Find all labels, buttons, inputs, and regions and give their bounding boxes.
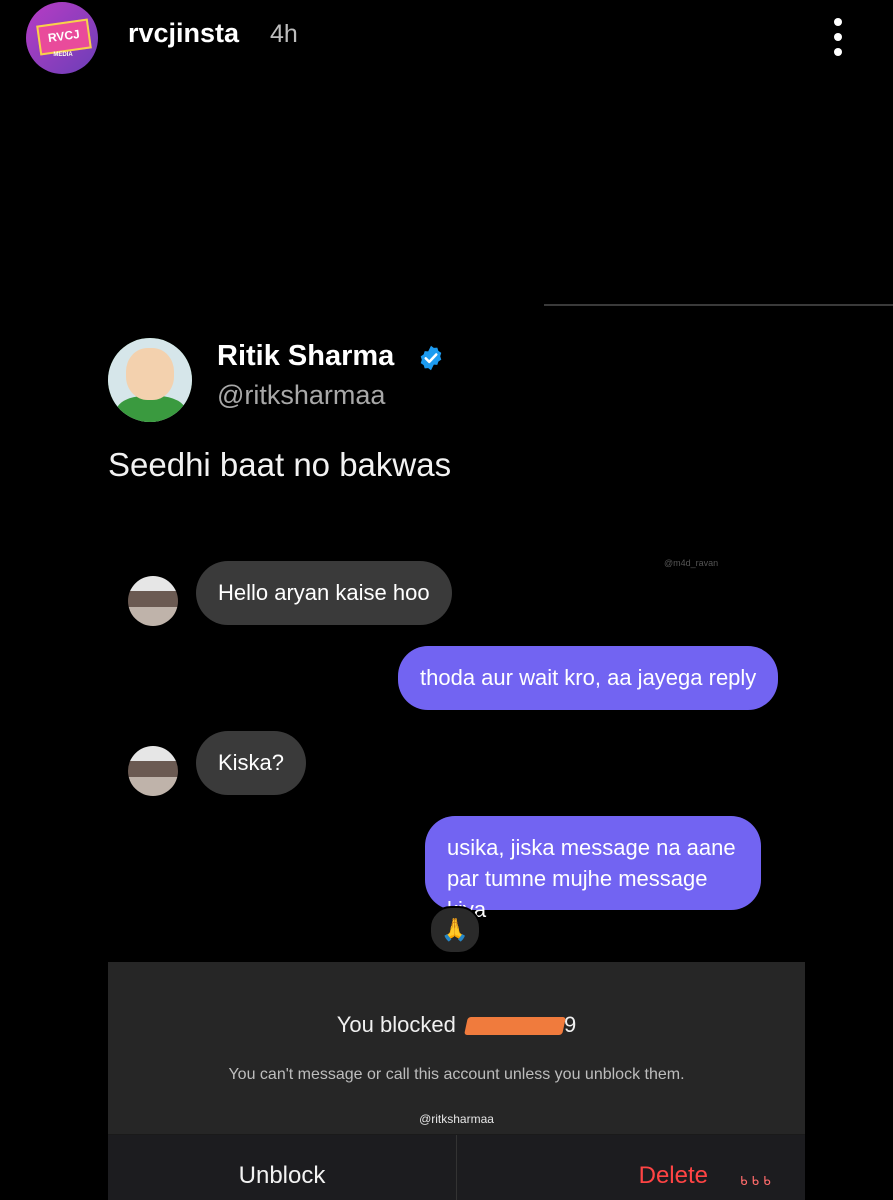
delete-button[interactable]: Delete bbox=[508, 1162, 708, 1190]
more-vertical-icon[interactable] bbox=[826, 14, 850, 60]
divider bbox=[456, 1135, 457, 1200]
divider-line bbox=[544, 304, 893, 306]
story-time: 4h bbox=[270, 20, 298, 48]
message-line: par tumne mujhe message kiya bbox=[447, 866, 708, 922]
tweet-author-name: Ritik Sharma bbox=[217, 340, 395, 372]
chat-avatar bbox=[128, 576, 178, 626]
blocked-handle: @ritksharmaa bbox=[419, 1112, 494, 1126]
tweet-text: Seedhi baat no bakwas bbox=[108, 446, 452, 483]
tweet-avatar bbox=[108, 338, 192, 422]
message-line: usika, jiska message na aane bbox=[447, 835, 736, 860]
unblock-button[interactable]: Unblock bbox=[108, 1162, 456, 1190]
blocked-panel: You blocked 9 You can't message or call … bbox=[108, 962, 805, 1200]
blocked-title-suffix: 9 bbox=[563, 1012, 577, 1037]
blocked-description: You can't message or call this account u… bbox=[228, 1066, 685, 1083]
verified-badge-icon bbox=[420, 345, 442, 371]
message-incoming: Hello aryan kaise hoo bbox=[196, 561, 452, 625]
tweet-author-handle: @ritksharmaa bbox=[217, 380, 386, 410]
chat-avatar bbox=[128, 746, 178, 796]
blocked-title-prefix: You blocked bbox=[336, 1012, 456, 1037]
prayer-hands-reaction-icon[interactable]: 🙏 bbox=[429, 906, 481, 954]
story-username[interactable]: rvcjinsta bbox=[128, 18, 239, 49]
message-outgoing: usika, jiska message na aane par tumne m… bbox=[425, 816, 761, 922]
decorative-glyphs: ᑲᑲᑲ bbox=[740, 1174, 775, 1188]
message-outgoing: thoda aur wait kro, aa jayega reply bbox=[398, 646, 779, 710]
message-incoming: Kiska? bbox=[196, 731, 307, 795]
rvcj-logo-subtext: MEDIA bbox=[53, 52, 73, 58]
rvcj-logo: RVCJ bbox=[36, 18, 92, 56]
redaction-mark bbox=[464, 1017, 566, 1036]
watermark: @m4d_ravan bbox=[664, 558, 719, 568]
blocked-title: You blocked 9 bbox=[108, 1012, 805, 1038]
profile-avatar[interactable]: RVCJ MEDIA bbox=[26, 2, 98, 74]
